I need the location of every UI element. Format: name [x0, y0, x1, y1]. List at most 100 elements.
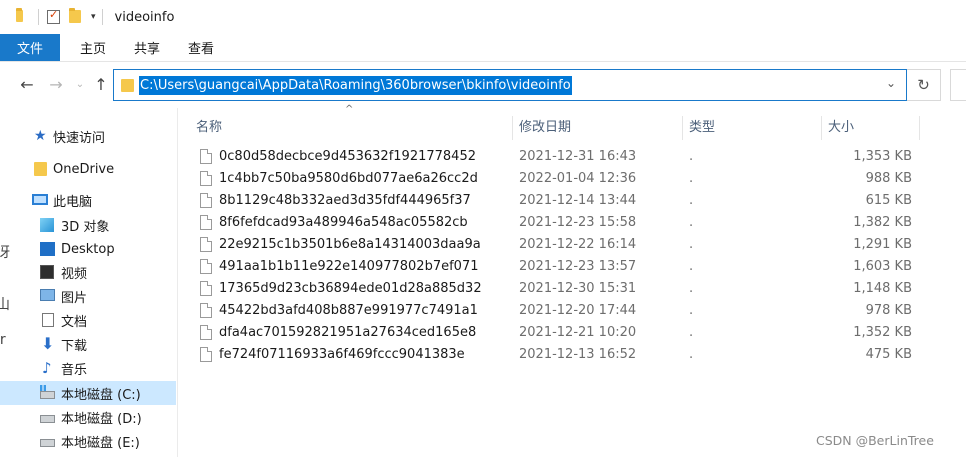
back-arrow-icon[interactable]: ←	[17, 74, 37, 94]
file-icon	[200, 281, 212, 296]
file-date: 2021-12-31 16:43	[519, 149, 637, 164]
document-icon	[42, 313, 54, 327]
sidebar-item-desktop[interactable]: Desktop	[0, 237, 176, 261]
star-icon: ★	[34, 128, 47, 144]
tab-file[interactable]: 文件	[0, 34, 60, 61]
file-row[interactable]: 1c4bb7c50ba9580d6bd077ae6a26cc2d 2022-01…	[178, 168, 918, 190]
file-size: 615 KB	[865, 193, 912, 208]
drive-icon	[40, 415, 55, 423]
computer-icon	[32, 194, 48, 205]
sidebar-item-label: 下载	[61, 338, 88, 354]
file-icon	[200, 215, 212, 230]
file-row[interactable]: 17365d9d23cb36894ede01d28a885d32 2021-12…	[178, 278, 918, 300]
file-type: .	[689, 259, 694, 274]
sidebar-item-label: Desktop	[61, 241, 115, 257]
file-row[interactable]: fe724f07116933a6f469fccc9041383e 2021-12…	[178, 344, 918, 366]
file-size: 1,603 KB	[853, 259, 912, 274]
sidebar-item-music[interactable]: ♪ 音乐	[0, 356, 176, 380]
sidebar-item-onedrive[interactable]: OneDrive	[0, 157, 176, 181]
sidebar-item-3d-objects[interactable]: 3D 对象	[0, 213, 176, 237]
file-type: .	[689, 215, 694, 230]
folder-icon	[34, 162, 47, 176]
file-type: .	[689, 347, 694, 362]
picture-icon	[40, 289, 55, 301]
file-size: 1,148 KB	[853, 281, 912, 296]
sidebar-item-videos[interactable]: 视频	[0, 260, 176, 284]
navigation-pane: 冴 山 lr ★ 快速访问 OneDrive 此电脑 3D 对象 Desktop…	[0, 108, 178, 457]
file-type: .	[689, 193, 694, 208]
file-size: 1,352 KB	[853, 325, 912, 340]
file-icon	[200, 193, 212, 208]
file-date: 2021-12-23 13:57	[519, 259, 637, 274]
file-date: 2021-12-22 16:14	[519, 237, 637, 252]
file-list: ^ 名称 修改日期 类型 大小 0c80d58decbce9d453632f19…	[178, 104, 966, 457]
file-name: 17365d9d23cb36894ede01d28a885d32	[219, 281, 482, 296]
drive-icon	[40, 439, 55, 447]
file-name: fe724f07116933a6f469fccc9041383e	[219, 347, 465, 362]
file-name: 0c80d58decbce9d453632f1921778452	[219, 149, 476, 164]
file-name: 8b1129c48b332aed3d35fdf444965f37	[219, 193, 471, 208]
toolbar-divider	[38, 9, 39, 25]
desktop-icon	[40, 242, 55, 256]
file-name: dfa4ac701592821951a27634ced165e8	[219, 325, 477, 340]
file-type: .	[689, 171, 694, 186]
title-bar: ▾ videoinfo	[0, 0, 966, 34]
file-icon	[200, 171, 212, 186]
address-bar[interactable]: C:\Users\guangcai\AppData\Roaming\360bro…	[113, 69, 907, 101]
sidebar-item-pictures[interactable]: 图片	[0, 284, 176, 308]
file-type: .	[689, 149, 694, 164]
file-type: .	[689, 303, 694, 318]
file-row[interactable]: 45422bd3afd408b887e991977c7491a1 2021-12…	[178, 300, 918, 322]
address-history-chevron-icon[interactable]: ⌄	[886, 76, 896, 90]
sidebar-item-label: 本地磁盘 (C:)	[61, 387, 141, 403]
sidebar-item-label: 快速访问	[53, 130, 106, 146]
sidebar-item-this-pc[interactable]: 此电脑	[0, 188, 176, 212]
tab-view[interactable]: 查看	[174, 34, 228, 61]
video-icon	[40, 265, 54, 279]
file-icon	[200, 303, 212, 318]
watermark: CSDN @BerLinTree	[816, 433, 934, 448]
sidebar-item-quick-access[interactable]: ★ 快速访问	[0, 124, 176, 148]
quick-access-dropdown-icon[interactable]: ▾	[91, 12, 96, 22]
cube-icon	[40, 218, 54, 232]
tab-home[interactable]: 主页	[66, 34, 120, 61]
recent-locations-chevron-icon[interactable]: ⌄	[70, 74, 90, 94]
refresh-icon[interactable]: ↻	[907, 69, 941, 101]
forward-arrow-icon[interactable]: →	[46, 74, 66, 94]
file-row[interactable]: 22e9215c1b3501b6e8a14314003daa9a 2021-12…	[178, 234, 918, 256]
sidebar-item-drive-d[interactable]: 本地磁盘 (D:)	[0, 405, 176, 429]
column-header-type[interactable]: 类型	[683, 116, 822, 140]
sidebar-item-label: 文档	[61, 314, 88, 330]
file-row[interactable]: 491aa1b1b11e922e140977802b7ef071 2021-12…	[178, 256, 918, 278]
column-header-name[interactable]: 名称	[190, 116, 513, 140]
navigation-bar: ← → ⌄ ↑ C:\Users\guangcai\AppData\Roamin…	[0, 62, 966, 108]
file-name: 491aa1b1b11e922e140977802b7ef071	[219, 259, 479, 274]
new-folder-icon[interactable]	[69, 8, 83, 24]
sidebar-item-drive-e[interactable]: 本地磁盘 (E:)	[0, 429, 176, 453]
sidebar-item-documents[interactable]: 文档	[0, 308, 176, 332]
file-name: 22e9215c1b3501b6e8a14314003daa9a	[219, 237, 481, 252]
file-date: 2021-12-21 10:20	[519, 325, 637, 340]
file-row[interactable]: 8b1129c48b332aed3d35fdf444965f37 2021-12…	[178, 190, 918, 212]
file-icon	[200, 149, 212, 164]
search-input[interactable]	[950, 69, 966, 101]
sort-ascending-icon: ^	[345, 104, 354, 115]
sidebar-item-drive-c[interactable]: 本地磁盘 (C:)	[0, 381, 176, 405]
file-row[interactable]: dfa4ac701592821951a27634ced165e8 2021-12…	[178, 322, 918, 344]
properties-icon[interactable]	[47, 8, 61, 24]
sidebar-item-label: OneDrive	[53, 161, 115, 177]
toolbar-divider	[101, 9, 103, 25]
windows-logo-icon	[40, 385, 46, 391]
address-path[interactable]: C:\Users\guangcai\AppData\Roaming\360bro…	[139, 76, 572, 95]
sidebar-item-downloads[interactable]: ⬇ 下载	[0, 332, 176, 356]
file-icon	[200, 237, 212, 252]
sidebar-item-label: 图片	[61, 290, 88, 306]
column-header-date[interactable]: 修改日期	[513, 116, 683, 140]
tab-share[interactable]: 共享	[120, 34, 174, 61]
file-row[interactable]: 0c80d58decbce9d453632f1921778452 2021-12…	[178, 146, 918, 168]
file-row[interactable]: 8f6fefdcad93a489946a548ac05582cb 2021-12…	[178, 212, 918, 234]
column-header-size[interactable]: 大小	[822, 116, 920, 140]
up-arrow-icon[interactable]: ↑	[91, 74, 111, 94]
file-size: 1,291 KB	[853, 237, 912, 252]
window-title: videoinfo	[114, 9, 175, 25]
